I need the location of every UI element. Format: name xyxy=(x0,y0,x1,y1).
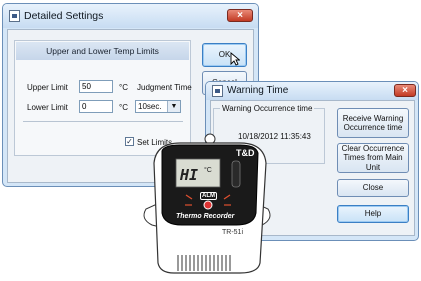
lower-limit-label: Lower Limit xyxy=(27,103,68,112)
checkmark-icon: ✓ xyxy=(126,137,133,146)
divider xyxy=(23,121,183,122)
upper-limit-unit: °C xyxy=(119,83,128,92)
model-label: TR-51i xyxy=(222,229,244,236)
help-button[interactable]: Help xyxy=(337,205,409,223)
lower-limit-input[interactable]: 0 xyxy=(79,100,113,113)
close-icon: × xyxy=(237,10,243,21)
upper-limit-label: Upper Limit xyxy=(27,83,68,92)
alarm-indicator: ALM xyxy=(200,192,217,200)
close-icon: × xyxy=(402,85,408,96)
product-line-label: Thermo Recorder xyxy=(176,213,235,220)
judgment-time-value: 10sec. xyxy=(138,102,162,111)
clear-occurrence-button[interactable]: Clear Occurrence Times from Main Unit xyxy=(337,143,409,173)
dialog-title: Warning Time xyxy=(227,85,289,96)
receive-warning-button[interactable]: Receive Warning Occurrence time xyxy=(337,108,409,138)
set-limits-checkbox[interactable]: ✓ xyxy=(125,137,134,146)
close-button[interactable]: × xyxy=(394,84,416,97)
mouse-cursor-icon xyxy=(230,52,240,66)
window-icon xyxy=(212,85,223,97)
close-dialog-button[interactable]: Close xyxy=(337,179,409,197)
dialog-titlebar[interactable]: Detailed Settings × xyxy=(3,4,258,28)
upper-limit-input[interactable]: 50 xyxy=(79,80,113,93)
lcd-reading: HI xyxy=(180,166,199,184)
group-title: Warning Occurrence time xyxy=(220,104,315,113)
lower-limit-unit: °C xyxy=(119,103,128,112)
close-button[interactable]: × xyxy=(227,9,253,22)
judgment-time-select[interactable]: 10sec. ▼ xyxy=(135,100,181,113)
dialog-title: Detailed Settings xyxy=(24,10,104,22)
chevron-down-icon: ▼ xyxy=(167,101,180,112)
group-title: Upper and Lower Temp Limits xyxy=(16,42,189,60)
ok-button[interactable]: OK xyxy=(202,43,247,67)
window-icon xyxy=(9,10,20,22)
thermo-recorder-device: T&D HI °C ALM Thermo Recorder TR-51i xyxy=(140,133,274,281)
dialog-titlebar[interactable]: Warning Time × xyxy=(206,82,418,100)
brand-logo: T&D xyxy=(236,148,255,158)
judgment-time-label: Judgment Time xyxy=(137,83,192,92)
lcd-unit: °C xyxy=(204,167,212,174)
